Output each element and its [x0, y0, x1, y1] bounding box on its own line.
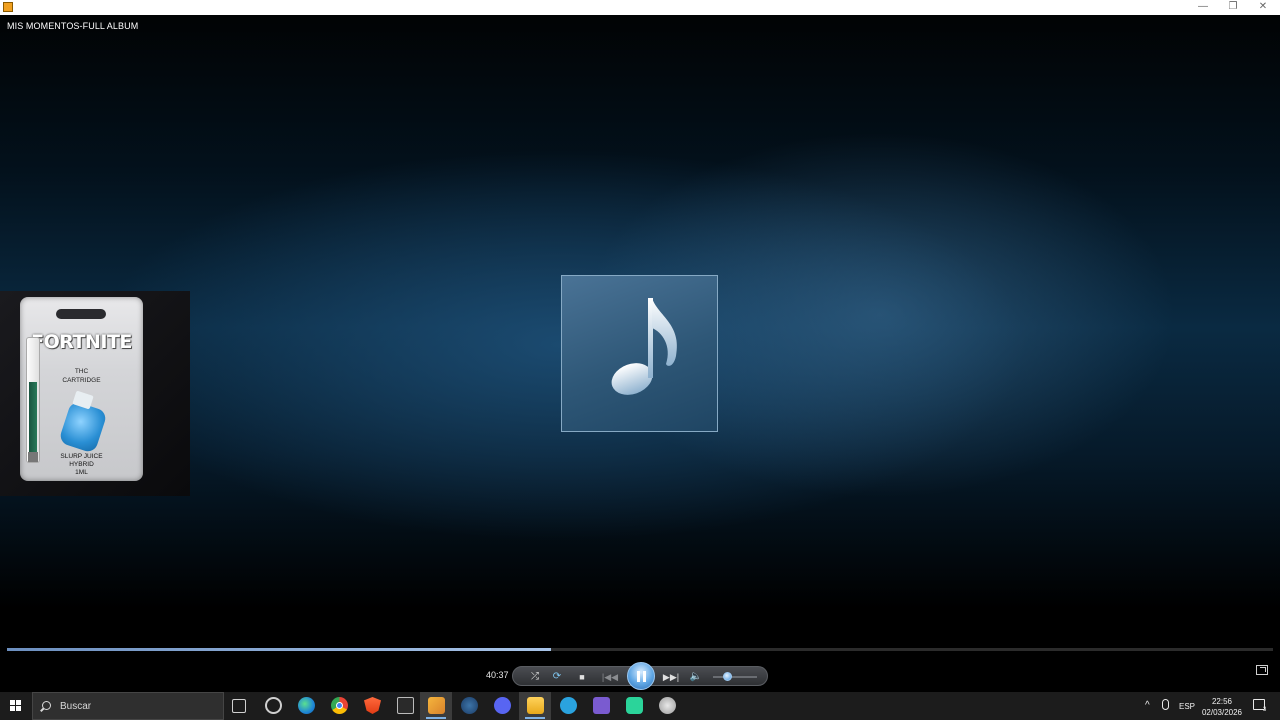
elapsed-time: 40:37 [486, 670, 509, 680]
media-player-app-icon [3, 2, 13, 12]
file-explorer-icon[interactable] [527, 697, 544, 714]
package-line-5: 1ML [75, 469, 88, 476]
telegram-icon[interactable] [560, 697, 577, 714]
minimize-button[interactable]: — [1188, 0, 1218, 15]
transport-controls: ⤮ ⟳ ■ |◀◀ ▶▶| 🔈 [512, 662, 768, 690]
window-titlebar: — ❐ ✕ [0, 0, 1280, 15]
copilot-icon[interactable] [265, 697, 282, 714]
steam-icon[interactable] [461, 697, 478, 714]
chrome-icon[interactable] [331, 697, 348, 714]
pause-button[interactable] [627, 662, 655, 690]
previous-button[interactable]: |◀◀ [597, 667, 623, 687]
cartridge-image [26, 337, 40, 463]
now-playing-view[interactable]: MIS MOMENTOS-FULL ALBUM FORTNITE THC CAR… [0, 15, 1280, 640]
package-line-1: THC [74, 368, 89, 375]
show-hidden-icons-chevron-icon[interactable]: ^ [1145, 700, 1150, 711]
discord-icon[interactable] [494, 697, 511, 714]
input-language[interactable]: ESP [1179, 702, 1195, 711]
windows-logo-icon [10, 700, 22, 712]
video-thumbnail: FORTNITE THC CARTRIDGE SLURP JUICE HYBRI… [0, 291, 190, 496]
seek-bar[interactable] [7, 648, 1273, 651]
taskbar-search[interactable]: Buscar [32, 692, 224, 720]
search-icon [42, 701, 51, 710]
album-art-placeholder [561, 275, 718, 432]
seek-bar-progress [7, 648, 552, 651]
shuffle-button[interactable]: ⤮ [527, 667, 543, 687]
notification-count: 3 [1263, 707, 1267, 713]
system-clock[interactable]: 22:56 02/03/2026 [1200, 696, 1244, 718]
brave-icon[interactable] [364, 697, 381, 714]
mute-button[interactable]: 🔈 [689, 667, 703, 687]
switch-to-library-button[interactable] [1256, 665, 1268, 675]
repeat-button[interactable]: ⟳ [549, 667, 565, 687]
media-player-icon[interactable] [428, 697, 445, 714]
product-package: FORTNITE THC CARTRIDGE SLURP JUICE HYBRI… [20, 297, 143, 481]
task-view-icon[interactable] [232, 699, 246, 713]
edge-icon[interactable] [298, 697, 315, 714]
next-button[interactable]: ▶▶| [659, 667, 683, 687]
package-line-4: HYBRID [69, 461, 94, 468]
epic-games-icon[interactable] [397, 697, 414, 714]
start-button[interactable] [0, 692, 32, 720]
clock-time: 22:56 [1211, 697, 1233, 706]
search-placeholder: Buscar [60, 701, 92, 712]
player-controls: 40:37 ⤮ ⟳ ■ |◀◀ ▶▶| 🔈 [0, 640, 1280, 692]
shield-app-icon[interactable] [659, 697, 676, 714]
stop-button[interactable]: ■ [575, 667, 589, 687]
package-line-3: SLURP JUICE [60, 453, 103, 460]
potion-bottle-image [58, 390, 108, 454]
close-button[interactable]: ✕ [1248, 0, 1278, 15]
microphone-icon[interactable] [1162, 699, 1169, 710]
volume-slider[interactable] [713, 672, 757, 681]
music-note-icon [611, 298, 677, 395]
clock-date: 02/03/2026 [1201, 708, 1243, 717]
media-title: MIS MOMENTOS-FULL ALBUM [7, 21, 139, 31]
app-green-icon[interactable] [626, 697, 643, 714]
pause-icon [637, 671, 640, 682]
app-window: — ❐ ✕ MIS MOMENTOS-FULL ALBUM FORTNITE T… [0, 0, 1280, 720]
app-s-icon[interactable] [593, 697, 610, 714]
volume-slider-thumb[interactable] [722, 672, 732, 681]
windows-taskbar: Buscar ^ ESP 22:56 02/03/2026 3 [0, 692, 1280, 720]
package-line-2: CARTRIDGE [62, 377, 101, 384]
maximize-button[interactable]: ❐ [1218, 0, 1248, 15]
